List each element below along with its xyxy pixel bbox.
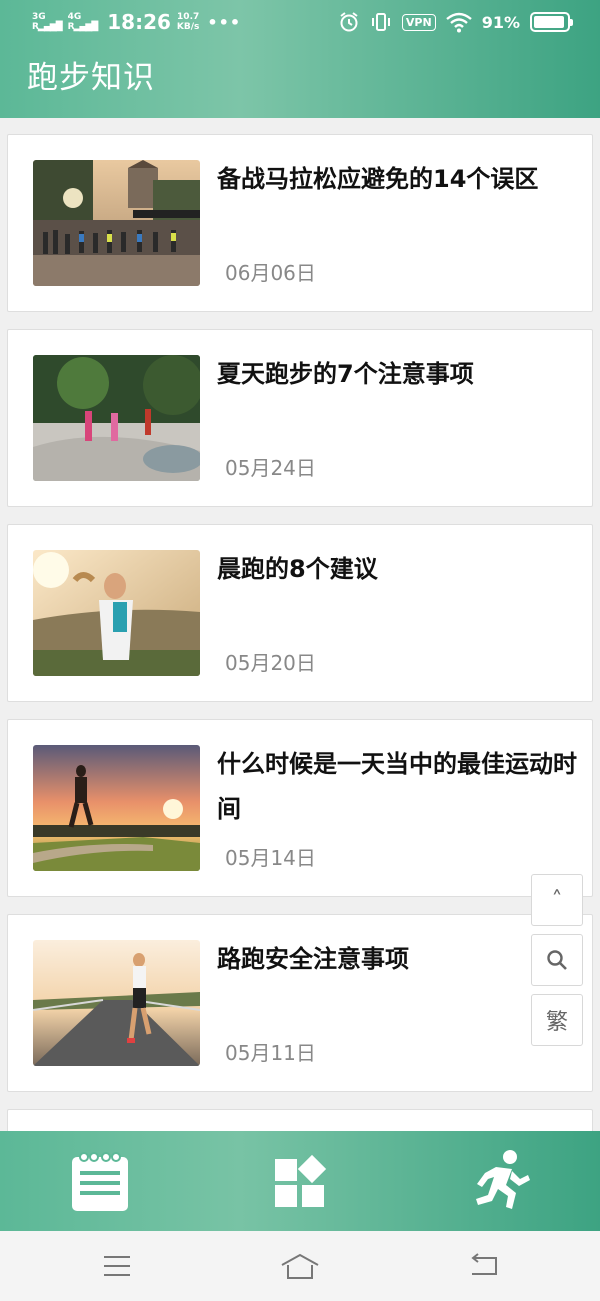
bottom-tab-bar bbox=[0, 1131, 600, 1231]
search-button[interactable] bbox=[531, 934, 583, 986]
article-title[interactable]: 路跑安全注意事项 bbox=[217, 937, 577, 982]
back-icon bbox=[471, 1253, 497, 1275]
article-date: 06月06日 bbox=[225, 261, 316, 285]
battery-icon bbox=[530, 12, 573, 32]
menu-button[interactable] bbox=[97, 1249, 137, 1283]
morning-runner-woman-photo bbox=[33, 550, 200, 676]
park-runners-photo bbox=[33, 355, 200, 481]
tab-notes[interactable] bbox=[65, 1146, 135, 1216]
runner-icon bbox=[476, 1150, 530, 1209]
back-button[interactable] bbox=[464, 1249, 504, 1283]
network-speed: 10.7 KB/s bbox=[176, 12, 200, 32]
article-card[interactable] bbox=[7, 1109, 593, 1131]
article-date: 05月14日 bbox=[225, 846, 316, 870]
chevron-up-icon: ˄ bbox=[551, 887, 563, 913]
traditional-label: 繁 bbox=[545, 1010, 568, 1035]
system-nav-bar bbox=[0, 1231, 600, 1301]
article-date: 05月11日 bbox=[225, 1041, 316, 1065]
more-notifications-icon: ••• bbox=[207, 12, 242, 32]
article-title[interactable]: 夏天跑步的7个注意事项 bbox=[217, 352, 577, 397]
scroll-top-button[interactable]: ˄ bbox=[531, 874, 583, 926]
marathon-start-photo bbox=[33, 160, 200, 286]
wifi-icon bbox=[445, 12, 472, 33]
status-time: 18:26 bbox=[107, 10, 171, 34]
home-button[interactable] bbox=[280, 1249, 320, 1283]
tab-running-knowledge[interactable] bbox=[465, 1146, 535, 1216]
traditional-chinese-button[interactable]: 繁 bbox=[531, 994, 583, 1046]
signal-3g-icon: 3G R▂▄▆█ bbox=[32, 12, 63, 32]
article-title[interactable]: 备战马拉松应避免的14个误区 bbox=[217, 157, 577, 202]
app-header: 3G R▂▄▆█ 4G R▂▄▆█ 18:26 10.7 KB/s ••• VPN bbox=[0, 0, 600, 118]
search-icon bbox=[547, 950, 567, 970]
grid-icon bbox=[275, 1154, 327, 1207]
notepad-icon bbox=[72, 1152, 128, 1211]
article-card[interactable]: 备战马拉松应避免的14个误区 06月06日 bbox=[7, 134, 593, 312]
alarm-icon bbox=[340, 12, 358, 32]
tab-categories[interactable] bbox=[265, 1146, 335, 1216]
menu-icon bbox=[104, 1256, 130, 1276]
article-date: 05月20日 bbox=[225, 651, 316, 675]
article-card[interactable]: 晨跑的8个建议 05月20日 bbox=[7, 524, 593, 702]
article-date: 05月24日 bbox=[225, 456, 316, 480]
home-icon bbox=[281, 1253, 319, 1279]
battery-percent: 91% bbox=[481, 12, 520, 32]
article-card[interactable]: 什么时候是一天当中的最佳运动时间 05月14日 bbox=[7, 719, 593, 897]
article-title[interactable]: 晨跑的8个建议 bbox=[217, 547, 577, 592]
vpn-badge: VPN bbox=[401, 13, 436, 31]
article-card[interactable]: 夏天跑步的7个注意事项 05月24日 bbox=[7, 329, 593, 507]
vibrate-icon bbox=[371, 13, 390, 31]
signal-4g-icon: 4G R▂▄▆█ bbox=[67, 12, 99, 32]
article-card[interactable]: 路跑安全注意事项 05月11日 bbox=[7, 914, 593, 1092]
article-list[interactable]: 备战马拉松应避免的14个误区 06月06日 夏天跑步的7个注意事项 05月24日 bbox=[0, 118, 600, 1131]
road-runner-photo bbox=[33, 940, 200, 1066]
article-title[interactable]: 什么时候是一天当中的最佳运动时间 bbox=[217, 742, 577, 832]
status-bar: 3G R▂▄▆█ 4G R▂▄▆█ 18:26 10.7 KB/s ••• VPN bbox=[0, 0, 600, 46]
sunset-runner-photo bbox=[33, 745, 200, 871]
page-title: 跑步知识 bbox=[27, 60, 155, 96]
